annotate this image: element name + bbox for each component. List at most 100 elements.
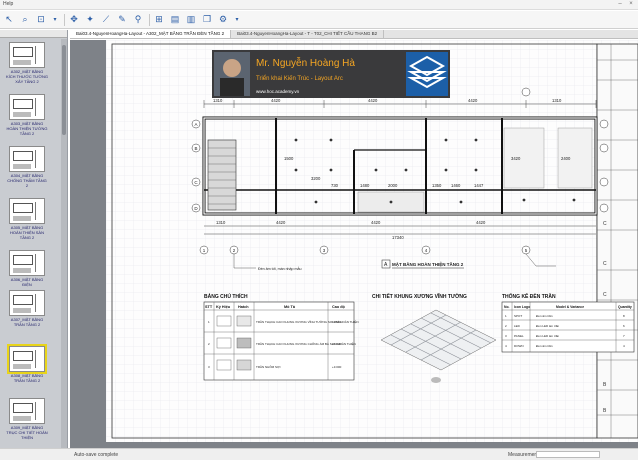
dim-top-4: 4420: [468, 98, 478, 103]
stats-header: No.: [504, 305, 510, 309]
settings-dropdown-icon[interactable]: ▾: [233, 14, 241, 26]
thumbnail-panel-header: [0, 30, 67, 38]
legend-cell: TRẦN THẠCH CAO KHUNG XƯƠNG VĨNH TƯỜNG SƠ…: [256, 319, 359, 324]
settings-icon[interactable]: ⚙: [217, 14, 229, 26]
thumbnail-sheet: [7, 344, 47, 374]
banner-website: www.hoc.academy.vn: [256, 89, 300, 94]
title-bar: Help – ×: [0, 0, 638, 10]
page-thumbnail[interactable]: A304_MẶT BẰNG CHỐNG THẤM TẦNG 2: [6, 146, 48, 188]
thumbnail-label: A307_MẶT BẰNG TRẦN TẦNG 2: [10, 317, 44, 327]
toolbar-divider: [64, 13, 65, 26]
markup-icon[interactable]: ✎: [116, 14, 128, 26]
dim-inner-2: 3200: [311, 176, 321, 181]
dim-inner-10: 2400: [561, 156, 571, 161]
document-viewport[interactable]: CCC CBB: [70, 40, 638, 448]
legend-header: Cao độ: [332, 305, 346, 309]
page-thumbnail[interactable]: A303_MẶT BẰNG HOÀN THIỆN TƯỜNG TẦNG 2: [6, 94, 48, 136]
legend-header: Ký Hiệu: [216, 305, 231, 309]
banner-name: Mr. Nguyễn Hoàng Hà: [256, 56, 355, 69]
zoom-icon[interactable]: ⌕: [19, 14, 31, 26]
tab-active-document[interactable]: Bai03.4-NguyenHoangHa-Layout - A302_MẶT …: [70, 30, 232, 38]
dim-inner-7: 3420: [511, 156, 521, 161]
close-icon[interactable]: ×: [627, 1, 635, 8]
thumbnail-sheet: [9, 398, 45, 424]
thumbnail-sheet: [9, 250, 45, 276]
minimize-icon[interactable]: –: [616, 1, 624, 8]
dim-top-1: 1310: [213, 98, 223, 103]
page-thumbnail[interactable]: A305_MẶT BẰNG HOÀN THIỆN SÀN TẦNG 2: [6, 198, 48, 240]
thumbnail-sheet: [9, 42, 45, 68]
pan-icon[interactable]: ✥: [68, 14, 80, 26]
legend-header: Hatch: [238, 305, 249, 309]
page-thumbnail[interactable]: A306_MẶT BẰNG ĐIỆN: [6, 250, 48, 287]
thumbnail-label: A306_MẶT BẰNG ĐIỆN: [10, 277, 44, 287]
drawing-canvas: CCC CBB: [106, 40, 638, 442]
page-thumbnail[interactable]: A302_MẶT BẰNG KÍCH THƯỚC TƯỜNG XÂY TẦNG …: [6, 42, 48, 84]
legend-cell: TRẦN NHÔM SỢI: [256, 364, 281, 369]
page-thumbnail[interactable]: A307_MẶT BẰNG TRẦN TẦNG 2: [6, 290, 48, 327]
scrollbar-thumb[interactable]: [62, 45, 66, 135]
zoom-area-icon[interactable]: ⊡: [35, 14, 47, 26]
stats-header: Quantity: [618, 305, 632, 309]
thumbnail-label: A309_MẶT BẰNG TRỤC CHI TIẾT HOÀN THIỆN: [6, 425, 48, 440]
thumbnail-sheet: [9, 146, 45, 172]
grid-letter: A: [194, 122, 197, 127]
thumbnail-scrollbar[interactable]: [61, 39, 67, 460]
stats-cell: PANEL: [514, 334, 524, 338]
window-title[interactable]: Help: [3, 1, 13, 7]
measurements-field[interactable]: [536, 451, 600, 458]
svg-text:C: C: [603, 261, 607, 267]
document-tabs: Bai03.4-NguyenHoangHa-Layout - A302_MẶT …: [70, 30, 638, 39]
dim-inner-5: 1350: [432, 183, 442, 188]
thumbnail-sheet: [9, 94, 45, 120]
stats-header: Model & Variance: [556, 305, 584, 309]
link-icon[interactable]: ⟋: [100, 14, 112, 26]
note-light: Đèn âm tốt, màn nhập mẫu: [258, 266, 302, 271]
legend-table: BẢNG CHÚ THÍCH STT Ký Hiệu Hatch Mô Tả C…: [203, 292, 359, 381]
stats-cell: Đèn LED âm trần: [536, 324, 560, 328]
snap-icon[interactable]: ✦: [84, 14, 96, 26]
select-icon[interactable]: ↖: [3, 14, 15, 26]
page-icon[interactable]: ▤: [169, 14, 181, 26]
dim-bottom-2: 4420: [276, 220, 286, 225]
plan-title: MẶT BẰNG HOÀN THIỆN TẦNG 2: [392, 260, 464, 267]
thumbnail-label: A302_MẶT BẰNG KÍCH THƯỚC TƯỜNG XÂY TẦNG …: [6, 69, 48, 84]
dim-inner-8: 1447: [474, 183, 484, 188]
thumbnail-label: A305_MẶT BẰNG HOÀN THIỆN SÀN TẦNG 2: [10, 225, 44, 240]
dim-overall: 17340: [392, 235, 404, 240]
stats-cell: SPOT: [514, 314, 522, 318]
dim-top-2: 4420: [271, 98, 281, 103]
tab-document[interactable]: Bai03.4-NguyenHoangHa-Layout - T - T02_C…: [231, 30, 385, 38]
toolbar-divider: [149, 13, 150, 26]
thumbnail-label: A304_MẶT BẰNG CHỐNG THẤM TẦNG 2: [7, 173, 47, 188]
dim-inner-1: 1500: [284, 156, 294, 161]
legend-cell: +3.000: [332, 342, 342, 346]
presenter-banner: Mr. Nguyễn Hoàng Hà Triển khai Kiến Trúc…: [212, 50, 450, 98]
zoom-dropdown-icon[interactable]: ▾: [51, 14, 59, 26]
doc-icon[interactable]: ▥: [185, 14, 197, 26]
tag-icon[interactable]: ⚲: [132, 14, 144, 26]
page-thumbnail[interactable]: A309_MẶT BẰNG TRỤC CHI TIẾT HOÀN THIỆN: [6, 398, 48, 440]
drawing-sheet: CCC CBB: [106, 40, 638, 442]
status-bar: Auto-save complete Measurements: [0, 448, 638, 460]
dim-inner-4: 2000: [388, 183, 398, 188]
svg-text:C: C: [603, 292, 607, 298]
dim-top-3: 4420: [368, 98, 378, 103]
page-thumbnail-selected[interactable]: A308_MẶT BẰNG TRẦN TẦNG 2: [6, 344, 48, 383]
dim-bottom-4: 4420: [476, 220, 486, 225]
legend-cell: +3.000: [332, 365, 342, 369]
stats-cell: Đèn âm trần: [536, 314, 553, 318]
dim-inner-6: 1460: [451, 183, 461, 188]
legend-header: STT: [205, 305, 213, 309]
copy-icon[interactable]: ❐: [201, 14, 213, 26]
dim-inner-3: 1480: [360, 183, 370, 188]
dim-inner-9: 730: [331, 183, 339, 188]
thumbnail-label: A303_MẶT BẰNG HOÀN THIỆN TƯỜNG TẦNG 2: [6, 121, 48, 136]
stats-title: THỐNG KÊ ĐÈN TRẦN: [502, 292, 556, 300]
stamp-icon[interactable]: ⊞: [153, 14, 165, 26]
legend-cell: +3.000: [332, 320, 342, 324]
dim-bottom-1: 1310: [216, 220, 226, 225]
grid-letter: B: [194, 146, 197, 151]
dim-bottom-3: 4420: [371, 220, 381, 225]
thumbnail-sheet: [9, 198, 45, 224]
